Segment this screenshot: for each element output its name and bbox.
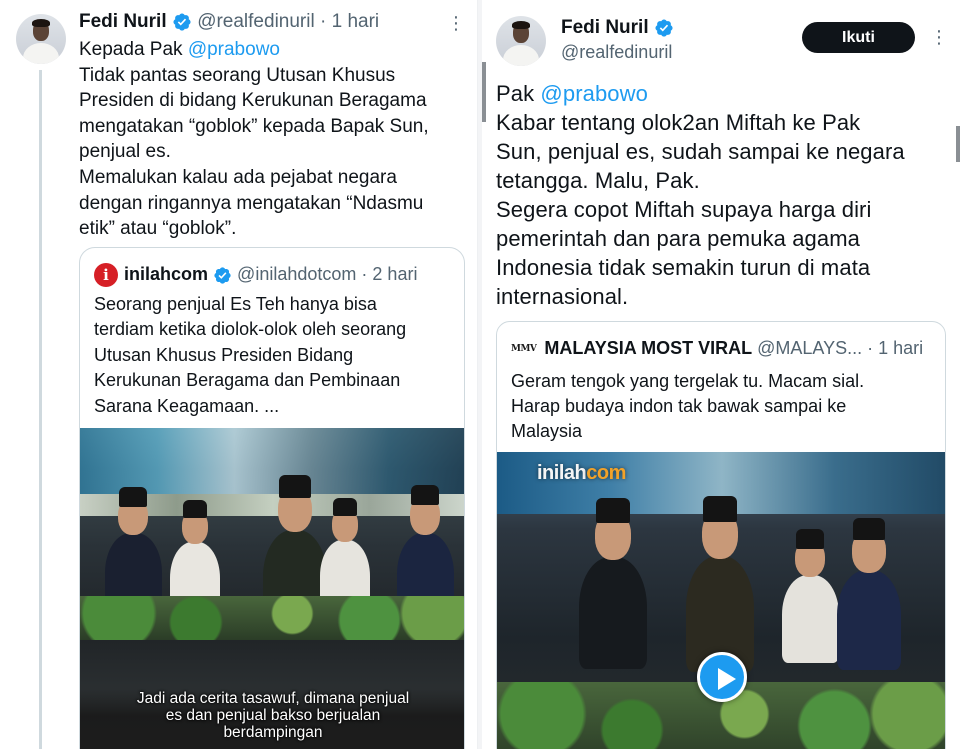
quoted-line: Geram tengok yang tergelak tu. Macam sia…: [511, 371, 865, 391]
scroll-indicator: [482, 62, 486, 122]
mention-link[interactable]: @prabowo: [540, 81, 648, 106]
tweet-header: Fedi Nuril: [561, 17, 674, 39]
watermark-suffix: com: [586, 462, 626, 484]
caption-line: Jadi ada cerita tasawuf, dimana penjual: [136, 690, 410, 707]
tweet-line: Presiden di bidang Kerukunan Beragama: [79, 90, 427, 112]
tweet-line: pemerintah dan para pemuka agama: [496, 226, 860, 251]
mention-prefix: Kepada Pak: [79, 39, 188, 60]
quoted-author-name: inilahcom: [124, 263, 209, 284]
verified-badge-icon: [214, 266, 231, 284]
tweet-line: Memalukan kalau ada pejabat negara: [79, 166, 397, 188]
tweet-line: mengatakan “goblok” kepada Bapak Sun,: [79, 115, 429, 137]
video-caption: Jadi ada cerita tasawuf, dimana penjual …: [80, 690, 464, 741]
quoted-line: Seorang penjual Es Teh hanya bisa: [94, 294, 377, 314]
quoted-line: Malaysia: [511, 421, 583, 441]
quoted-tweet-header: i inilahcom @inilahdotcom · 2 hari: [94, 263, 417, 287]
tweet-line: internasional.: [496, 284, 629, 309]
inilah-logo-icon: i: [94, 263, 118, 287]
quoted-tweet-header: MMV MALAYSIA MOST VIRAL @MALAYS... · 1 ha…: [511, 338, 923, 359]
scrollbar-thumb[interactable]: [956, 126, 960, 162]
tweet-line: dengan ringannya mengatakan “Ndasmu: [79, 192, 424, 214]
tweet-line: Tidak pantas seorang Utusan Khusus: [79, 64, 396, 86]
quoted-line: Kerukunan Beragama dan Pembinaan: [94, 370, 401, 391]
quoted-line: Utusan Khusus Presiden Bidang: [94, 344, 354, 365]
person: [396, 484, 454, 625]
author-handle[interactable]: @realfedinuril: [561, 42, 672, 63]
quoted-line: terdiam ketika diolok-olok oleh seorang: [94, 319, 407, 340]
separator-dot: ·: [867, 338, 874, 358]
quoted-author-handle: @inilahdotcom: [237, 263, 357, 284]
tweet-line: Indonesia tidak semakin turun di mata: [496, 255, 871, 280]
avatar[interactable]: [496, 16, 546, 66]
more-options-icon[interactable]: ⋮: [447, 14, 465, 32]
tweet-line: Sun, penjual es, sudah sampai ke negara: [496, 139, 905, 164]
author-name[interactable]: Fedi Nuril: [79, 11, 167, 32]
flower-arrangement: [80, 596, 464, 640]
inilah-watermark: inilahcom: [537, 462, 626, 485]
avatar[interactable]: [16, 14, 66, 64]
play-button-icon[interactable]: [697, 652, 747, 702]
quoted-line: Sarana Keagamaan. ...: [94, 395, 280, 416]
quoted-author-handle: @MALAYS...: [757, 338, 863, 358]
verified-badge-icon: [173, 13, 191, 31]
right-tweet-panel: Fedi Nuril @realfedinuril Ikuti ⋮ Pak @p…: [482, 0, 960, 749]
person: [104, 487, 162, 622]
tweet-line: Kabar tentang olok2an Miftah ke Pak: [496, 110, 861, 135]
quoted-timestamp: 2 hari: [372, 263, 418, 284]
verified-badge-icon: [655, 19, 673, 37]
mention-link[interactable]: @prabowo: [188, 39, 280, 60]
caption-line: berdampingan: [223, 724, 323, 741]
quoted-tweet-text: Geram tengok yang tergelak tu. Macam sia…: [511, 369, 931, 444]
mention-prefix: Pak: [496, 81, 541, 106]
quoted-author-name: MALAYSIA MOST VIRAL: [544, 338, 753, 358]
person: [170, 500, 220, 622]
quoted-line: Harap budaya indon tak bawak sampai ke: [511, 396, 847, 416]
video-thumbnail[interactable]: inilahcom: [497, 452, 945, 749]
quoted-timestamp: 1 hari: [878, 338, 924, 358]
follow-button[interactable]: Ikuti: [802, 22, 915, 53]
tweet-text: Kepada Pak @prabowo Tidak pantas seorang…: [79, 37, 464, 242]
watermark-main: inilah: [537, 462, 587, 484]
tweet-header: Fedi Nuril @realfedinuril · 1 hari: [79, 11, 379, 33]
tweet-line: tetangga. Malu, Pak.: [496, 168, 700, 193]
tweet-line: etik” atau “goblok”.: [79, 218, 237, 240]
separator-dot: ·: [319, 11, 327, 32]
person: [685, 495, 755, 673]
left-tweet-panel: Fedi Nuril @realfedinuril · 1 hari ⋮ Kep…: [0, 0, 478, 749]
video-thumbnail[interactable]: Jadi ada cerita tasawuf, dimana penjual …: [80, 428, 464, 749]
author-name[interactable]: Fedi Nuril: [561, 17, 649, 38]
author-handle[interactable]: @realfedinuril: [197, 11, 315, 32]
tweet-text: Pak @prabowo Kabar tentang olok2an Mifta…: [496, 79, 956, 311]
thread-line: [39, 70, 42, 749]
person: [781, 529, 839, 664]
person: [836, 517, 902, 670]
quoted-tweet[interactable]: i inilahcom @inilahdotcom · 2 hari Seoran…: [79, 247, 465, 749]
person: [320, 498, 370, 620]
tweet-line: penjual es.: [79, 141, 171, 163]
separator-dot: ·: [361, 263, 368, 284]
quoted-tweet-text: Seorang penjual Es Teh hanya bisa terdia…: [94, 292, 454, 419]
tweet-line: Segera copot Miftah supaya harga diri: [496, 197, 872, 222]
timestamp[interactable]: 1 hari: [332, 11, 380, 32]
quoted-tweet[interactable]: MMV MALAYSIA MOST VIRAL @MALAYS... · 1 ha…: [496, 321, 946, 749]
person: [578, 498, 648, 669]
more-options-icon[interactable]: ⋮: [930, 28, 948, 46]
mmv-logo-icon: MMV: [511, 344, 537, 355]
caption-line: es dan penjual bakso berjualan: [165, 707, 381, 724]
